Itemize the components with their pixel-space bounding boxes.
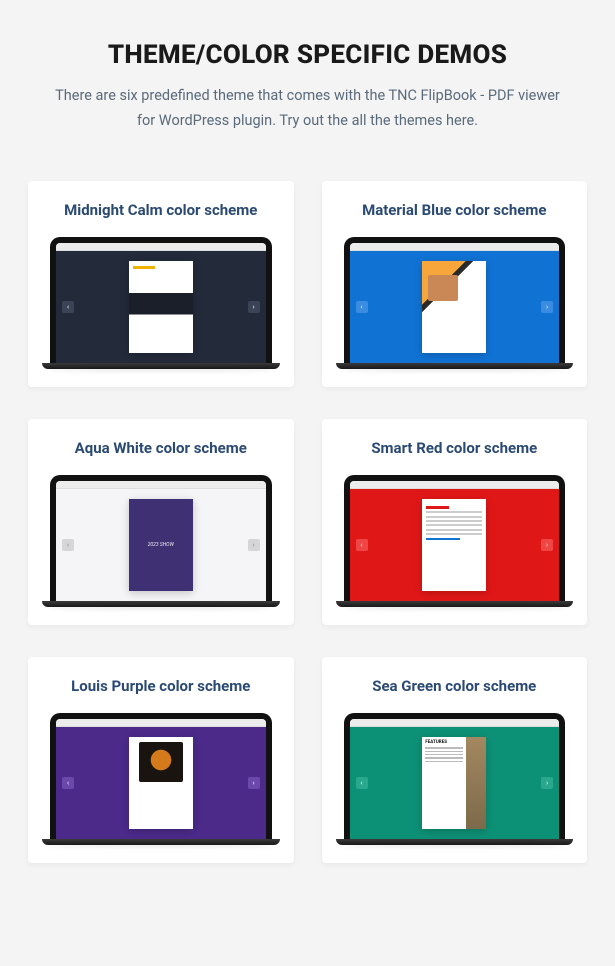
card-title: Material Blue color scheme (336, 201, 574, 219)
next-page-icon[interactable]: › (541, 539, 553, 551)
browser-chrome (350, 243, 560, 251)
demo-card-louis[interactable]: Louis Purple color scheme ‹ › (28, 657, 294, 863)
prev-page-icon[interactable]: ‹ (62, 301, 74, 313)
page-title: THEME/COLOR SPECIFIC DEMOS (28, 40, 587, 70)
next-page-icon[interactable]: › (541, 777, 553, 789)
next-page-icon[interactable]: › (248, 777, 260, 789)
page-subtitle: There are six predefined theme that come… (53, 84, 563, 133)
pdf-viewer: ‹ › (56, 727, 266, 839)
demo-card-smart[interactable]: Smart Red color scheme ‹ › (322, 419, 588, 625)
laptop-mockup: ‹ 2023 SHOW › (42, 475, 280, 607)
document-preview: FEATURES (422, 737, 486, 829)
pdf-viewer: ‹ › (350, 251, 560, 363)
next-page-icon[interactable]: › (248, 301, 260, 313)
card-title: Midnight Calm color scheme (42, 201, 280, 219)
browser-chrome (56, 481, 266, 489)
pdf-viewer: ‹ › (56, 251, 266, 363)
prev-page-icon[interactable]: ‹ (356, 539, 368, 551)
prev-page-icon[interactable]: ‹ (356, 777, 368, 789)
laptop-mockup: ‹ › (42, 237, 280, 369)
next-page-icon[interactable]: › (248, 539, 260, 551)
browser-chrome (350, 719, 560, 727)
laptop-mockup: ‹ › (336, 475, 574, 607)
laptop-mockup: ‹ › (336, 237, 574, 369)
demo-card-aqua[interactable]: Aqua White color scheme ‹ 2023 SHOW › (28, 419, 294, 625)
laptop-mockup: ‹ › (42, 713, 280, 845)
demo-card-material[interactable]: Material Blue color scheme ‹ › (322, 181, 588, 387)
card-title: Sea Green color scheme (336, 677, 574, 695)
card-title: Aqua White color scheme (42, 439, 280, 457)
card-title: Louis Purple color scheme (42, 677, 280, 695)
document-preview (129, 737, 193, 829)
browser-chrome (56, 719, 266, 727)
demo-card-seagreen[interactable]: Sea Green color scheme ‹ FEATURES › (322, 657, 588, 863)
pdf-viewer: ‹ › (350, 489, 560, 601)
laptop-mockup: ‹ FEATURES › (336, 713, 574, 845)
document-preview (422, 261, 486, 353)
browser-chrome (350, 481, 560, 489)
pdf-viewer: ‹ FEATURES › (350, 727, 560, 839)
next-page-icon[interactable]: › (541, 301, 553, 313)
prev-page-icon[interactable]: ‹ (62, 777, 74, 789)
document-preview (129, 261, 193, 353)
card-title: Smart Red color scheme (336, 439, 574, 457)
prev-page-icon[interactable]: ‹ (356, 301, 368, 313)
browser-chrome (56, 243, 266, 251)
demo-card-midnight[interactable]: Midnight Calm color scheme ‹ › (28, 181, 294, 387)
pdf-viewer: ‹ 2023 SHOW › (56, 489, 266, 601)
document-preview (422, 499, 486, 591)
demo-grid: Midnight Calm color scheme ‹ › Material … (28, 181, 587, 863)
prev-page-icon[interactable]: ‹ (62, 539, 74, 551)
document-preview: 2023 SHOW (129, 499, 193, 591)
